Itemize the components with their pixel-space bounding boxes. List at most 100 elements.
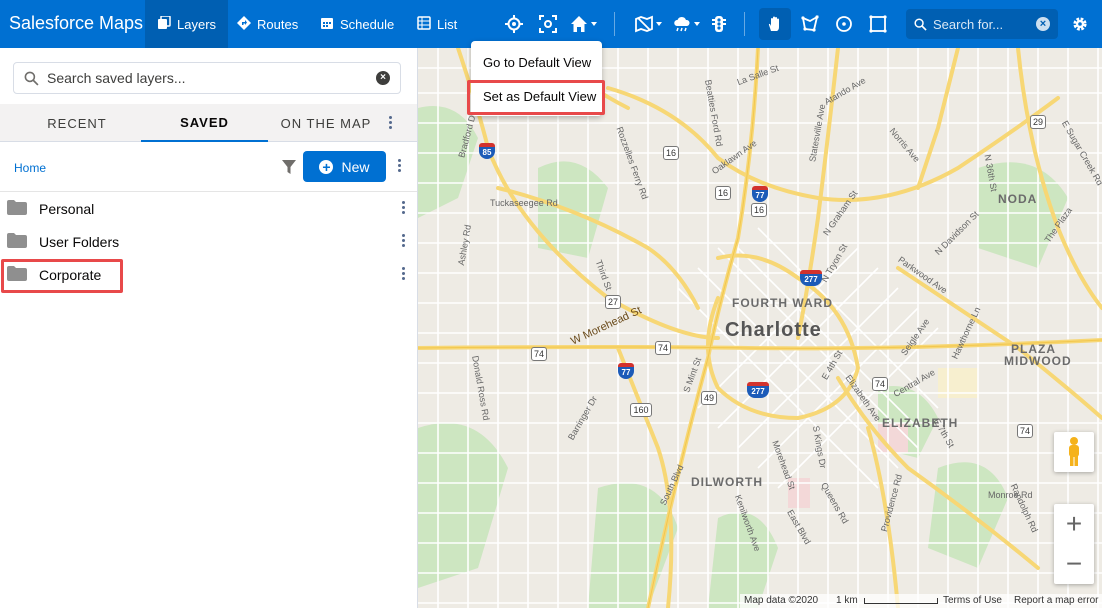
street-view-pegman[interactable] <box>1054 432 1094 472</box>
app-brand: Salesforce Maps <box>9 13 144 33</box>
route-shield: 74 <box>872 377 888 391</box>
search-icon <box>24 71 39 86</box>
gear-icon <box>1073 17 1087 31</box>
circle-tool-button[interactable] <box>832 12 856 36</box>
interstate-shield: 85 <box>479 143 495 159</box>
tabs-more-menu-icon[interactable] <box>385 115 395 131</box>
circle-draw-icon <box>836 16 852 32</box>
terms-link[interactable]: Terms of Use <box>943 595 1002 606</box>
interstate-shield: 77 <box>618 363 634 379</box>
focus-frame-icon <box>539 15 557 33</box>
scale-bar <box>864 598 938 604</box>
weather-cloud-icon <box>674 16 690 32</box>
report-error-link[interactable]: Report a map error <box>1014 595 1098 606</box>
calendar-icon <box>320 16 334 33</box>
folder-icon <box>7 200 27 215</box>
home-icon <box>571 16 587 32</box>
tab-layers-label: Layers <box>177 16 217 32</box>
folder-item-user-folders[interactable]: User Folders <box>0 225 417 258</box>
map-search-placeholder: Search for... <box>933 16 1004 32</box>
folder-icon <box>7 233 27 248</box>
hand-icon <box>768 16 779 31</box>
toolbar-separator <box>744 12 745 36</box>
zoom-controls: + − <box>1054 504 1094 584</box>
weather-button[interactable] <box>670 12 700 36</box>
new-button-label: New <box>341 158 370 175</box>
map-layer-icon <box>635 15 653 33</box>
map-attribution: Map data ©2020 1 km Terms of Use Report … <box>740 594 1102 608</box>
route-shield: 74 <box>1017 424 1033 438</box>
interstate-shield: 277 <box>800 270 822 286</box>
tab-list-label: List <box>437 16 458 32</box>
folder-label: Personal <box>39 201 95 217</box>
breadcrumb-bar: Home + New <box>0 142 417 192</box>
interstate-shield: 277 <box>747 382 769 398</box>
new-button[interactable]: + New <box>303 151 386 182</box>
saved-layers-search-placeholder: Search saved layers... <box>47 70 186 86</box>
route-shield: 74 <box>655 341 671 355</box>
corporate-folder-highlight <box>1 259 123 293</box>
interstate-shield: 77 <box>752 186 768 202</box>
toolbar-separator <box>614 12 615 36</box>
map-data-credit: Map data ©2020 <box>744 595 819 606</box>
breadcrumb-more-menu-icon[interactable] <box>394 158 404 174</box>
folder-item-personal[interactable]: Personal <box>0 192 417 225</box>
set-default-view-highlight <box>467 80 605 115</box>
pegman-icon <box>1069 437 1079 466</box>
tab-schedule-label: Schedule <box>340 16 395 32</box>
rectangle-tool-button[interactable] <box>866 12 890 36</box>
clear-search-icon[interactable]: × <box>1036 17 1050 31</box>
crosshair-icon <box>505 15 523 33</box>
map-area-label: DILWORTH <box>691 475 763 489</box>
tab-saved[interactable]: SAVED <box>141 104 268 142</box>
scale-label: 1 km <box>836 595 858 606</box>
folder-more-menu-icon[interactable] <box>398 266 408 282</box>
folder-more-menu-icon[interactable] <box>398 233 408 249</box>
breadcrumb-home[interactable]: Home <box>14 161 46 175</box>
tab-list[interactable]: List <box>405 0 469 48</box>
home-view-button[interactable] <box>567 12 597 36</box>
tab-routes-label: Routes <box>257 16 299 32</box>
map-city-label: Charlotte <box>725 319 822 341</box>
polygon-tool-button[interactable] <box>798 12 822 36</box>
tab-on-the-map[interactable]: ON THE MAP <box>270 104 382 142</box>
tab-routes[interactable]: Routes <box>225 0 310 48</box>
saved-layers-search-input[interactable]: Search saved layers... × <box>13 62 401 94</box>
route-shield: 16 <box>751 203 767 217</box>
rectangle-draw-icon <box>869 15 887 33</box>
menu-item-go-to-default-view[interactable]: Go to Default View <box>483 55 591 70</box>
map-type-button[interactable] <box>632 12 662 36</box>
map-search-input[interactable]: Search for... × <box>906 9 1058 39</box>
street-label: Tuckaseegee Rd <box>490 198 558 208</box>
route-shield: 29 <box>1030 115 1046 129</box>
tab-recent[interactable]: RECENT <box>0 104 154 142</box>
fit-bounds-button[interactable] <box>536 12 560 36</box>
map-canvas[interactable]: FOURTH WARD ELIZABETH DILWORTH NODA PLAZ… <box>418 48 1102 608</box>
list-icon <box>417 15 431 33</box>
layers-icon <box>157 14 171 33</box>
zoom-out-button[interactable]: − <box>1054 544 1094 584</box>
tab-schedule[interactable]: Schedule <box>308 0 406 48</box>
layers-panel: Search saved layers... × RECENT SAVED ON… <box>0 48 418 608</box>
add-icon: + <box>319 159 334 174</box>
route-shield: 49 <box>701 391 717 405</box>
map-area-label: MIDWOOD <box>1004 354 1072 368</box>
route-shield: 16 <box>663 146 679 160</box>
my-location-button[interactable] <box>502 12 526 36</box>
traffic-button[interactable] <box>707 12 731 36</box>
tab-layers[interactable]: Layers <box>145 0 229 48</box>
folder-more-menu-icon[interactable] <box>398 200 408 216</box>
settings-button[interactable] <box>1068 12 1092 36</box>
search-icon <box>914 17 927 31</box>
map-area-label: FOURTH WARD <box>732 296 833 310</box>
folder-label: User Folders <box>39 234 120 250</box>
filter-icon[interactable] <box>282 159 296 175</box>
traffic-light-icon <box>712 16 726 32</box>
zoom-in-button[interactable]: + <box>1054 504 1094 544</box>
pan-tool-button[interactable] <box>759 8 791 40</box>
route-shield: 74 <box>531 347 547 361</box>
layer-tabs: RECENT SAVED ON THE MAP <box>0 104 417 142</box>
polygon-icon <box>801 15 819 32</box>
clear-search-icon[interactable]: × <box>376 71 390 85</box>
route-shield: 27 <box>605 295 621 309</box>
